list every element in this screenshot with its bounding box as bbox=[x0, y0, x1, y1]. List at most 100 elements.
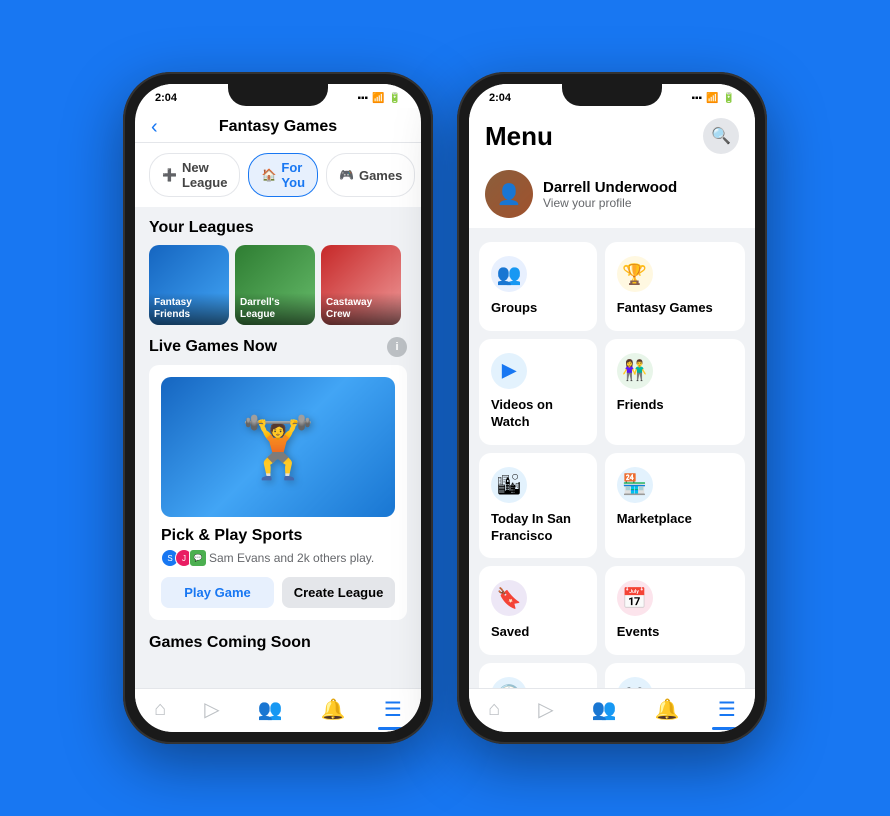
game-banner: 🏋️ bbox=[161, 377, 395, 517]
events-icon: 📅 bbox=[622, 586, 647, 611]
live-games-header: Live Games Now i bbox=[149, 337, 407, 357]
game-action-buttons: Play Game Create League bbox=[161, 577, 395, 608]
signal-icon: ▪▪▪ bbox=[357, 93, 368, 104]
saved-icon-wrap: 🔖 bbox=[491, 580, 527, 616]
menu-item-fantasy-games[interactable]: 🏆 Fantasy Games bbox=[605, 242, 745, 331]
fantasy-games-icon-wrap: 🏆 bbox=[617, 256, 653, 292]
marketplace-label: Marketplace bbox=[617, 511, 733, 528]
fantasy-games-header: ‹ Fantasy Games bbox=[135, 108, 421, 143]
nav-active-indicator-2 bbox=[712, 727, 742, 730]
games-coming-title: Games Coming Soon bbox=[149, 634, 407, 652]
tab-for-you-label: For You bbox=[281, 160, 305, 190]
phone-menu: 2:04 ▪▪▪ 📶 🔋 Menu 🔍 👤 Darrell Underwood … bbox=[457, 72, 767, 744]
search-icon: 🔍 bbox=[711, 126, 731, 146]
nav-menu-1[interactable]: ☰ bbox=[384, 697, 402, 722]
league-label-3: Castaway Crew bbox=[321, 293, 401, 325]
league-card-fantasy-friends[interactable]: Fantasy Friends bbox=[149, 245, 229, 325]
your-leagues-title: Your Leagues bbox=[149, 219, 407, 237]
nav-video-2[interactable]: ▷ bbox=[538, 697, 553, 722]
bottom-nav-2: ⌂ ▷ 👥 🔔 ☰ bbox=[469, 688, 755, 732]
tab-games[interactable]: 🎮 Games bbox=[326, 153, 415, 197]
status-icons-1: ▪▪▪ 📶 🔋 bbox=[357, 93, 401, 104]
events-icon-wrap: 📅 bbox=[617, 580, 653, 616]
status-bar-1: 2:04 ▪▪▪ 📶 🔋 bbox=[135, 84, 421, 108]
menu-item-saved[interactable]: 🔖 Saved bbox=[479, 566, 597, 655]
menu-item-memories[interactable]: 🕐 Memories bbox=[479, 663, 597, 688]
nav-home-2[interactable]: ⌂ bbox=[488, 698, 500, 721]
tab-for-you[interactable]: 🏠 For You bbox=[248, 153, 318, 197]
nav-people-2[interactable]: 👥 bbox=[592, 697, 617, 722]
nav-people-1[interactable]: 👥 bbox=[258, 697, 283, 722]
menu-item-today-sf[interactable]: 🏙 Today In San Francisco bbox=[479, 453, 597, 559]
wifi-icon-2: 📶 bbox=[706, 93, 718, 104]
menu-scroll[interactable]: 👥 Groups 🏆 Fantasy Games ▶ Videos on Wat… bbox=[469, 236, 755, 688]
league-card-castaway[interactable]: Castaway Crew bbox=[321, 245, 401, 325]
today-sf-icon: 🏙 bbox=[496, 472, 521, 497]
nav-home-1[interactable]: ⌂ bbox=[154, 698, 166, 721]
tabs-bar: ➕ New League 🏠 For You 🎮 Games bbox=[135, 143, 421, 207]
bottom-nav-1: ⌂ ▷ 👥 🔔 ☰ bbox=[135, 688, 421, 732]
nav-bell-1[interactable]: 🔔 bbox=[321, 697, 346, 722]
tab-games-label: Games bbox=[359, 168, 402, 183]
nav-menu-2[interactable]: ☰ bbox=[718, 697, 736, 722]
game-name: Pick & Play Sports bbox=[161, 527, 395, 545]
battery-icon-2: 🔋 bbox=[723, 93, 735, 104]
game-card: 🏋️ Pick & Play Sports S J 💬 Sam Evans an… bbox=[149, 365, 407, 620]
menu-header: Menu 🔍 bbox=[469, 108, 755, 160]
create-league-button[interactable]: Create League bbox=[282, 577, 395, 608]
game-friends-info: S J 💬 Sam Evans and 2k others play. bbox=[161, 549, 395, 567]
notch-2 bbox=[562, 84, 662, 106]
search-button[interactable]: 🔍 bbox=[703, 118, 739, 154]
groups-icon: 👥 bbox=[497, 262, 522, 287]
league-label-1: Fantasy Friends bbox=[149, 293, 229, 325]
main-scroll[interactable]: Your Leagues Fantasy Friends Darrell's L… bbox=[135, 207, 421, 688]
menu-title: Menu bbox=[485, 121, 553, 152]
notch-1 bbox=[228, 84, 328, 106]
new-league-icon: ➕ bbox=[162, 168, 177, 182]
leagues-grid: Fantasy Friends Darrell's League Castawa… bbox=[149, 245, 407, 325]
friends-label: Friends bbox=[617, 397, 733, 414]
tab-new-league[interactable]: ➕ New League bbox=[149, 153, 240, 197]
avatar: 👤 bbox=[485, 170, 533, 218]
page-title: Fantasy Games bbox=[219, 118, 337, 136]
friend-avatars: S J 💬 bbox=[161, 549, 203, 567]
wifi-icon: 📶 bbox=[372, 93, 384, 104]
friends-icon: 👫 bbox=[622, 358, 647, 383]
time-1: 2:04 bbox=[155, 92, 177, 104]
fantasy-games-icon: 🏆 bbox=[622, 262, 647, 287]
status-bar-2: 2:04 ▪▪▪ 📶 🔋 bbox=[469, 84, 755, 108]
friend-avatar-3: 💬 bbox=[189, 549, 207, 567]
game-friends-text: Sam Evans and 2k others play. bbox=[209, 551, 374, 565]
marketplace-icon: 🏪 bbox=[622, 472, 647, 497]
signal-icon-2: ▪▪▪ bbox=[691, 93, 702, 104]
battery-icon: 🔋 bbox=[389, 93, 401, 104]
menu-item-marketplace[interactable]: 🏪 Marketplace bbox=[605, 453, 745, 559]
tab-new-league-label: New League bbox=[182, 160, 228, 190]
profile-sub: View your profile bbox=[543, 196, 677, 210]
marketplace-icon-wrap: 🏪 bbox=[617, 467, 653, 503]
friends-icon-wrap: 👫 bbox=[617, 353, 653, 389]
status-icons-2: ▪▪▪ 📶 🔋 bbox=[691, 93, 735, 104]
nav-video-1[interactable]: ▷ bbox=[204, 697, 219, 722]
videos-icon: ▶ bbox=[502, 360, 516, 381]
memories-icon-wrap: 🕐 bbox=[491, 677, 527, 688]
menu-grid: 👥 Groups 🏆 Fantasy Games ▶ Videos on Wat… bbox=[479, 242, 745, 688]
league-card-darrells[interactable]: Darrell's League bbox=[235, 245, 315, 325]
menu-item-groups[interactable]: 👥 Groups bbox=[479, 242, 597, 331]
today-sf-label: Today In San Francisco bbox=[491, 511, 585, 545]
games-icon: 🎮 bbox=[339, 168, 354, 182]
profile-row[interactable]: 👤 Darrell Underwood View your profile bbox=[469, 160, 755, 236]
play-game-button[interactable]: Play Game bbox=[161, 577, 274, 608]
menu-item-friends[interactable]: 👫 Friends bbox=[605, 339, 745, 445]
menu-item-games[interactable]: 🎮 Games bbox=[605, 663, 745, 688]
profile-name: Darrell Underwood bbox=[543, 179, 677, 196]
menu-item-videos-on-watch[interactable]: ▶ Videos on Watch bbox=[479, 339, 597, 445]
groups-label: Groups bbox=[491, 300, 585, 317]
for-you-icon: 🏠 bbox=[261, 168, 276, 182]
menu-item-events[interactable]: 📅 Events bbox=[605, 566, 745, 655]
back-button[interactable]: ‹ bbox=[151, 116, 158, 139]
info-icon[interactable]: i bbox=[387, 337, 407, 357]
time-2: 2:04 bbox=[489, 92, 511, 104]
live-games-title: Live Games Now bbox=[149, 338, 277, 356]
nav-bell-2[interactable]: 🔔 bbox=[655, 697, 680, 722]
